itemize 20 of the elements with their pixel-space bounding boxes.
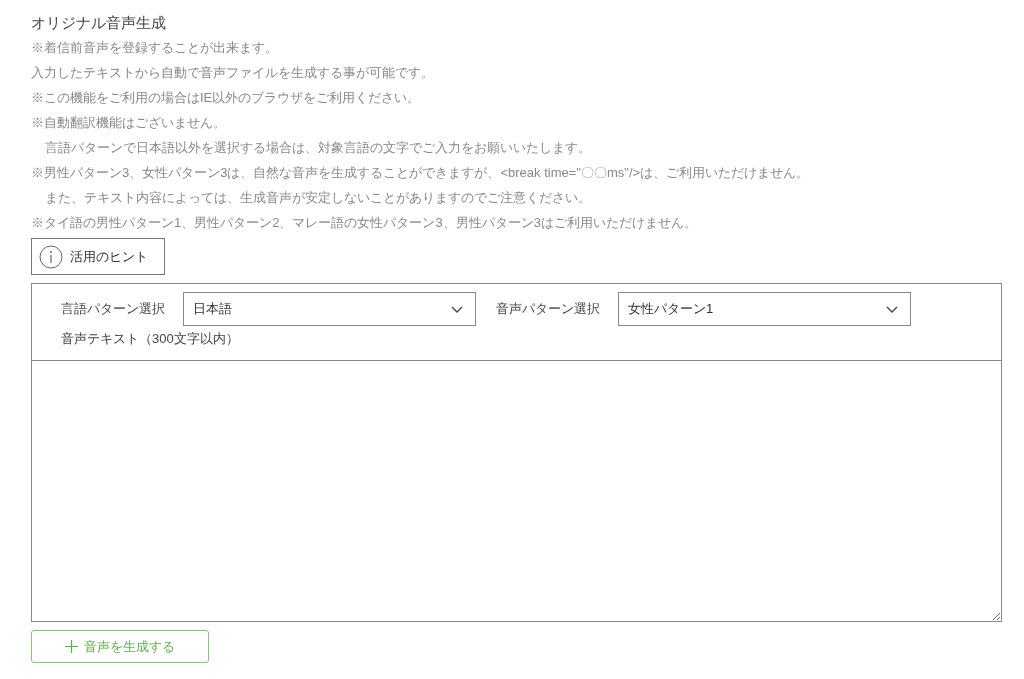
note-text: ※この機能をご利用の場合はIE以外のブラウザをご利用ください。 [31, 89, 422, 107]
plus-icon [65, 640, 78, 653]
note-text: ※着信前音声を登録することが出来ます。 [31, 39, 279, 57]
text-input-field[interactable] [31, 360, 1002, 622]
text-label: 音声テキスト（300文字以内） [61, 330, 240, 348]
note-text: 入力したテキストから自動で音声ファイルを生成する事が可能です。 [31, 64, 435, 82]
select-label: 言語パターン選択 [61, 300, 165, 319]
dropdown[interactable]: 女性パターン1 [618, 292, 911, 326]
note-text: 言語パターンで日本語以外を選択する場合は、対象言語の文字でご入力をお願いいたします。 [44, 139, 592, 157]
section-title: オリジナル音声生成 [31, 13, 167, 33]
select-label: 音声パターン選択 [496, 300, 600, 319]
dropdown[interactable]: 日本語 [183, 292, 476, 326]
info-icon [39, 244, 63, 269]
note-text: ※自動翻訳機能はございません。 [31, 114, 227, 132]
hint-button[interactable]: 活用のヒント [31, 238, 165, 275]
note-text: ※男性パターン3、女性パターン3は、自然な音声を生成することができますが、<break time="〇〇ms"/>は、ご利用いただけません。 [31, 164, 811, 182]
note-text: また、テキスト内容によっては、生成音声が安定しないことがありますのでご注意ください。 [44, 189, 592, 207]
chevron-down-icon [451, 305, 463, 313]
note-text: ※タイ語の男性パターン1、男性パターン2、マレー語の女性パターン3、男性パターン3はご利用いただけません。 [31, 214, 698, 232]
chevron-down-icon [886, 305, 898, 313]
